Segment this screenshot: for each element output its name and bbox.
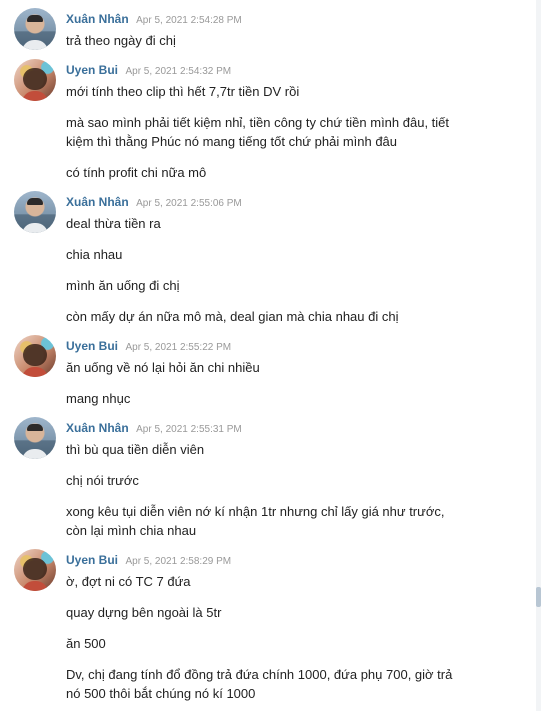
avatar-hair	[23, 344, 47, 366]
avatar-shirt	[22, 40, 48, 50]
avatar[interactable]	[14, 191, 56, 233]
chat-transcript: Xuân Nhân Apr 5, 2021 2:54:28 PM trả the…	[0, 0, 536, 711]
message-text: ăn uống về nó lại hỏi ăn chi nhiều	[66, 360, 260, 375]
message-header: Uyen Bui Apr 5, 2021 2:54:32 PM	[66, 61, 231, 77]
avatar[interactable]	[14, 417, 56, 459]
message-header: Uyen Bui Apr 5, 2021 2:58:29 PM	[66, 551, 231, 567]
avatar[interactable]	[14, 59, 56, 101]
avatar-shirt	[22, 223, 48, 233]
message-text: chị nói trước	[66, 473, 139, 488]
message-text: mình ăn uống đi chị	[66, 278, 180, 293]
sender-name[interactable]: Xuân Nhân	[66, 12, 129, 26]
message-text: quay dựng bên ngoài là 5tr	[66, 605, 222, 620]
message-text: chia nhau	[66, 247, 123, 262]
avatar-hair	[23, 558, 47, 580]
message-timestamp: Apr 5, 2021 2:54:32 PM	[125, 66, 232, 77]
avatar-hair	[27, 198, 43, 205]
message-header: Xuân Nhân Apr 5, 2021 2:55:06 PM	[66, 193, 242, 209]
avatar[interactable]	[14, 8, 56, 50]
message-text: ăn 500	[66, 636, 106, 651]
message-text: thì bù qua tiền diễn viên	[66, 442, 205, 457]
message-text: xong kêu tụi diễn viên nớ kí nhận 1tr nh…	[66, 504, 445, 538]
message-text: mang nhục	[66, 391, 131, 406]
message-text: có tính profit chi nữa mô	[66, 165, 207, 180]
avatar-shirt	[22, 449, 48, 459]
message-header: Uyen Bui Apr 5, 2021 2:55:22 PM	[66, 337, 231, 353]
avatar[interactable]	[14, 335, 56, 377]
message-text: trả theo ngày đi chị	[66, 33, 176, 48]
avatar-hair	[27, 424, 43, 431]
message-text: deal thừa tiền ra	[66, 216, 161, 231]
message-timestamp: Apr 5, 2021 2:58:29 PM	[125, 556, 232, 567]
message-header: Xuân Nhân Apr 5, 2021 2:54:28 PM	[66, 10, 242, 26]
message-timestamp: Apr 5, 2021 2:55:22 PM	[125, 342, 232, 353]
message-header: Xuân Nhân Apr 5, 2021 2:55:31 PM	[66, 419, 242, 435]
message-timestamp: Apr 5, 2021 2:55:06 PM	[136, 198, 242, 209]
sender-name[interactable]: Xuân Nhân	[66, 195, 129, 209]
sender-name[interactable]: Uyen Bui	[66, 553, 118, 567]
sender-name[interactable]: Xuân Nhân	[66, 421, 129, 435]
scrollbar-thumb[interactable]	[536, 587, 541, 607]
avatar-shirt	[22, 91, 48, 101]
message-text: còn mấy dự án nữa mô mà, deal gian mà ch…	[66, 309, 399, 324]
message-text: mà sao mình phải tiết kiệm nhỉ, tiền côn…	[66, 115, 450, 149]
sender-name[interactable]: Uyen Bui	[66, 63, 118, 77]
message-text: mới tính theo clip thì hết 7,7tr tiền DV…	[66, 84, 300, 99]
message-text: ờ, đợt ni có TC 7 đứa	[66, 574, 191, 589]
avatar-hair	[23, 68, 47, 90]
message-timestamp: Apr 5, 2021 2:54:28 PM	[136, 15, 242, 26]
sender-name[interactable]: Uyen Bui	[66, 339, 118, 353]
avatar[interactable]	[14, 549, 56, 591]
avatar-hair	[27, 15, 43, 22]
message-timestamp: Apr 5, 2021 2:55:31 PM	[136, 424, 242, 435]
message-text: Dv, chị đang tính đổ đồng trả đứa chính …	[66, 667, 453, 701]
avatar-shirt	[22, 581, 48, 591]
avatar-shirt	[22, 367, 48, 377]
